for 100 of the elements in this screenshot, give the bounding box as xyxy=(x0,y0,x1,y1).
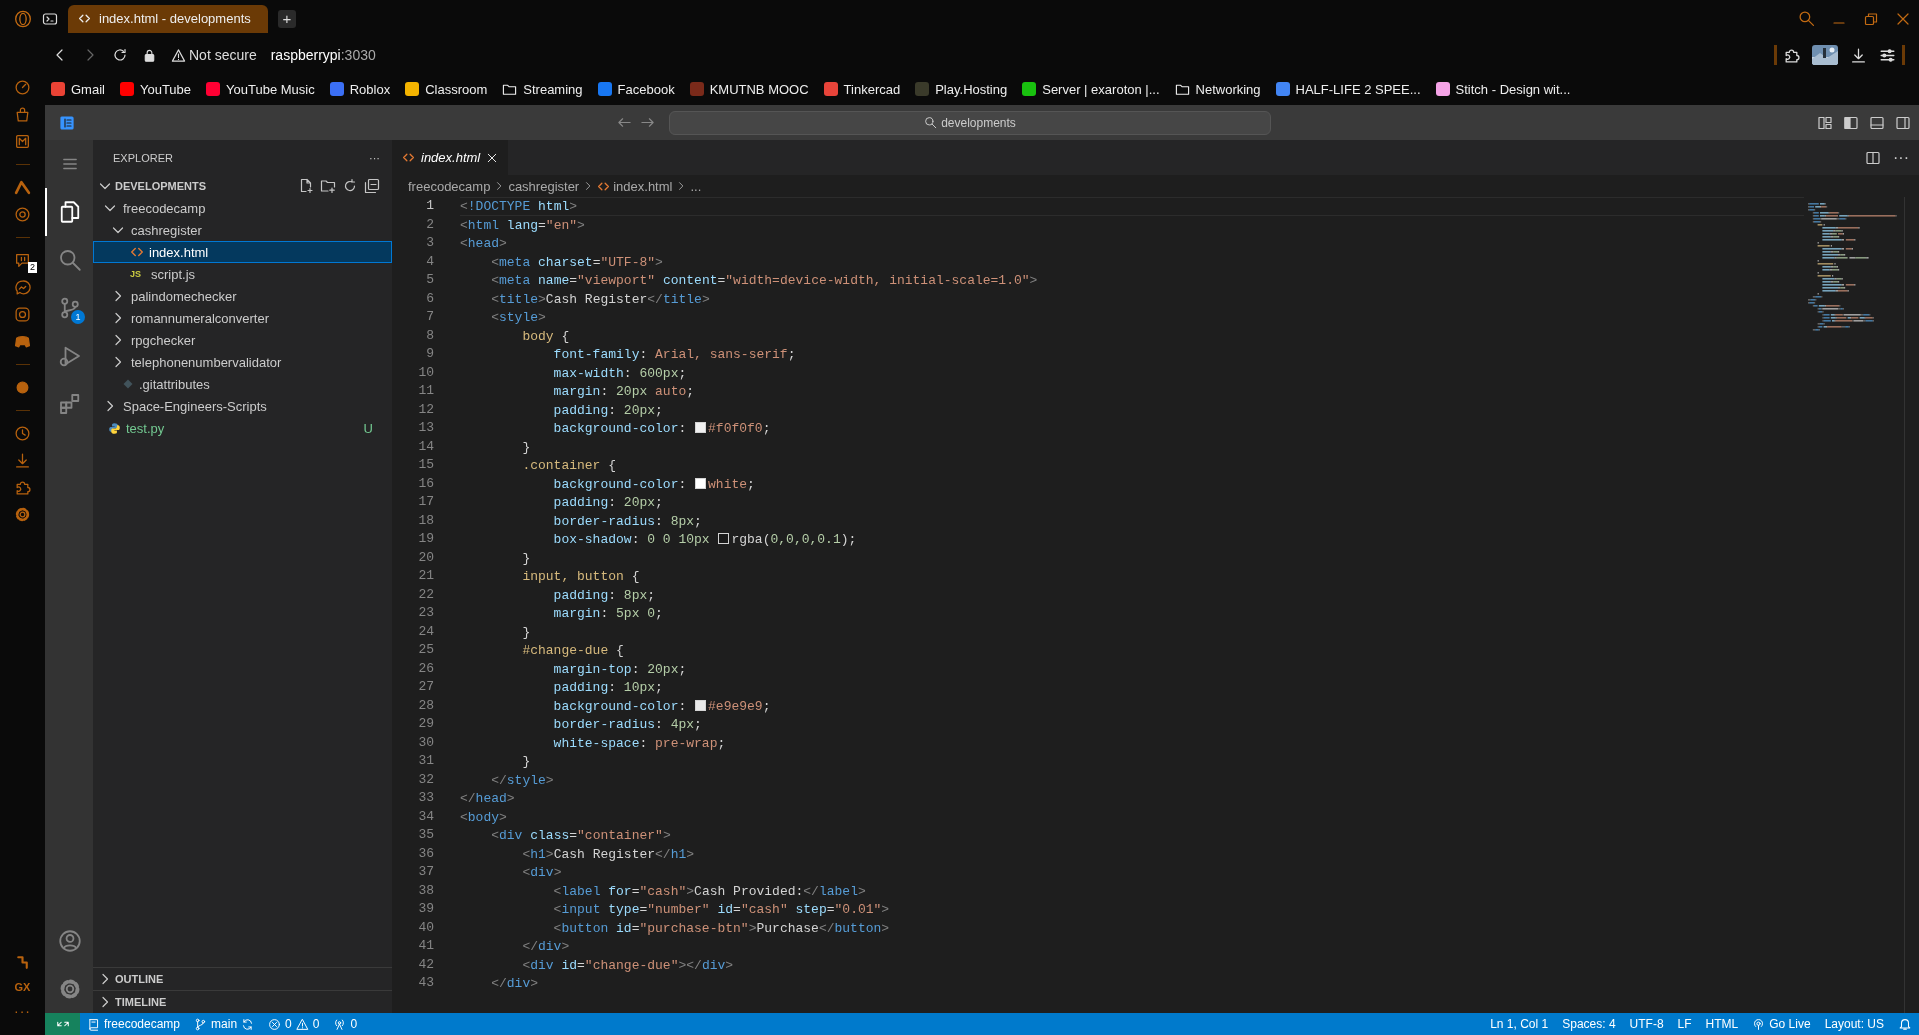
editor-tab[interactable]: index.html xyxy=(392,140,509,175)
bookmark[interactable]: Classroom xyxy=(405,81,488,97)
close-icon[interactable] xyxy=(486,151,499,164)
tree-item[interactable]: freecodecamp xyxy=(93,197,392,219)
command-center[interactable]: developments xyxy=(669,110,1271,135)
status-item[interactable]: Spaces: 4 xyxy=(1555,1017,1623,1031)
tree-item[interactable]: rpgchecker xyxy=(93,329,392,351)
branch-status[interactable]: main xyxy=(187,1017,262,1031)
back-arrow-icon[interactable] xyxy=(617,115,632,130)
status-item[interactable]: Layout: US xyxy=(1817,1017,1891,1031)
browser-tab[interactable]: index.html - developments xyxy=(68,4,268,33)
app-icon[interactable] xyxy=(14,306,31,323)
bookmark[interactable]: YouTube Music xyxy=(206,81,315,97)
bookmark[interactable]: YouTube xyxy=(119,81,192,97)
tab-islands-icon[interactable] xyxy=(42,10,58,27)
status-item[interactable]: LF xyxy=(1670,1017,1699,1031)
collapse-icon[interactable] xyxy=(364,178,380,194)
app-icon[interactable] xyxy=(14,206,31,223)
tree-item[interactable]: test.py U xyxy=(93,417,392,439)
code-line: <input type="number" id="cash" step="0.01"> xyxy=(552,901,891,919)
bookmark[interactable]: Tinkercad xyxy=(823,81,901,97)
sync-icon[interactable] xyxy=(241,1017,255,1031)
split-editor-icon[interactable] xyxy=(1865,149,1881,166)
lock-icon[interactable] xyxy=(142,47,157,63)
reload-icon[interactable] xyxy=(112,47,128,63)
security-indicator[interactable]: Not secure xyxy=(171,47,257,63)
ports-status[interactable]: 0 xyxy=(326,1017,365,1031)
opera-logo-icon[interactable] xyxy=(14,9,32,28)
address-field[interactable]: raspberrypi:3030 xyxy=(270,47,376,63)
color-swatch[interactable] xyxy=(695,699,707,711)
source-control-icon[interactable] xyxy=(58,296,82,320)
problems-status[interactable]: 0 0 xyxy=(261,1017,327,1031)
code-line: <div id="change-due"></div> xyxy=(521,956,735,974)
chat-icon[interactable] xyxy=(14,252,31,269)
refresh-icon[interactable] xyxy=(342,178,358,194)
status-item[interactable]: UTF-8 xyxy=(1622,1017,1671,1031)
run-debug-icon[interactable] xyxy=(58,344,82,368)
forward-arrow-icon[interactable] xyxy=(640,115,655,130)
bookmark[interactable]: HALF-LIFE 2 SPEE... xyxy=(1275,81,1421,97)
search-icon[interactable] xyxy=(58,248,82,272)
layout-icon[interactable] xyxy=(1817,114,1833,131)
tree-item[interactable]: romannumeralconverter xyxy=(93,307,392,329)
sidebar-toggle-icon[interactable] xyxy=(59,114,75,131)
remote-button[interactable] xyxy=(45,1013,80,1035)
bookmark[interactable]: Roblox xyxy=(329,81,391,97)
search-icon[interactable] xyxy=(1798,10,1815,27)
section-header[interactable]: DEVELOPMENTS xyxy=(115,180,296,192)
new-file-icon[interactable] xyxy=(298,178,314,194)
more-menu[interactable]: ··· xyxy=(14,1003,31,1019)
tree-item[interactable]: palindomechecker xyxy=(93,285,392,307)
color-swatch[interactable] xyxy=(718,533,730,544)
more-actions[interactable]: ··· xyxy=(369,151,380,164)
bookmark[interactable]: Server | exaroton |... xyxy=(1022,81,1160,97)
app-icon[interactable] xyxy=(14,179,31,196)
app-icon[interactable] xyxy=(14,79,31,96)
tree-item[interactable]: .gitattributes xyxy=(93,373,392,395)
tree-item[interactable]: cashregister xyxy=(93,219,392,241)
files-icon[interactable] xyxy=(58,200,82,224)
color-swatch[interactable] xyxy=(695,477,707,489)
bookmark[interactable]: Facebook xyxy=(597,81,675,97)
gx-label[interactable]: GX xyxy=(14,981,31,993)
status-item[interactable]: freecodecamp xyxy=(80,1017,188,1031)
breadcrumb[interactable]: freecodecamp xyxy=(408,178,491,194)
bookmark[interactable]: Stitch - Design wit... xyxy=(1435,81,1571,97)
tree-item[interactable]: JS script.js xyxy=(93,263,392,285)
bell-icon[interactable] xyxy=(1898,1017,1912,1031)
breadcrumb[interactable]: cashregister xyxy=(508,178,580,194)
restore-icon[interactable] xyxy=(1863,10,1879,27)
bookmark[interactable]: Networking xyxy=(1174,81,1261,97)
more-actions[interactable]: ··· xyxy=(1893,148,1909,167)
bookmark[interactable]: Gmail xyxy=(51,81,105,97)
go-live-status[interactable]: Go Live xyxy=(1745,1017,1818,1031)
account-icon[interactable] xyxy=(58,929,82,953)
status-item[interactable]: Ln 1, Col 1 xyxy=(1483,1017,1556,1031)
bookmark[interactable]: Play.Hosting xyxy=(915,81,1008,97)
download-icon[interactable] xyxy=(1850,46,1867,64)
bookmark[interactable]: Streaming xyxy=(502,81,583,97)
panel-header[interactable]: OUTLINE xyxy=(93,967,392,990)
secondary-sidebar-icon[interactable] xyxy=(1895,114,1911,131)
app-icon[interactable] xyxy=(14,133,31,150)
app-icon[interactable] xyxy=(14,379,31,396)
app-icon[interactable] xyxy=(14,333,31,350)
app-icon[interactable] xyxy=(14,279,31,296)
sidebar-icon[interactable] xyxy=(1843,114,1859,131)
color-swatch[interactable] xyxy=(695,422,707,433)
panel-icon[interactable] xyxy=(1869,114,1885,131)
status-item[interactable]: HTML xyxy=(1698,1017,1746,1031)
extensions-icon[interactable] xyxy=(58,392,82,416)
bookmark[interactable]: KMUTNB MOOC xyxy=(689,81,809,97)
settings-icon[interactable] xyxy=(1879,46,1896,64)
tree-item[interactable]: Space-Engineers-Scripts xyxy=(93,395,392,417)
app-icon[interactable] xyxy=(14,954,31,971)
new-folder-icon[interactable] xyxy=(320,178,336,194)
tree-item[interactable]: index.html xyxy=(93,241,392,263)
new-tab-button[interactable]: + xyxy=(278,9,296,28)
clock-icon[interactable] xyxy=(14,425,31,442)
app-icon[interactable] xyxy=(14,106,31,123)
breadcrumb[interactable]: ... xyxy=(690,178,702,194)
tree-item[interactable]: telephonenumbervalidator xyxy=(93,351,392,373)
breadcrumb[interactable]: index.html xyxy=(613,178,673,194)
